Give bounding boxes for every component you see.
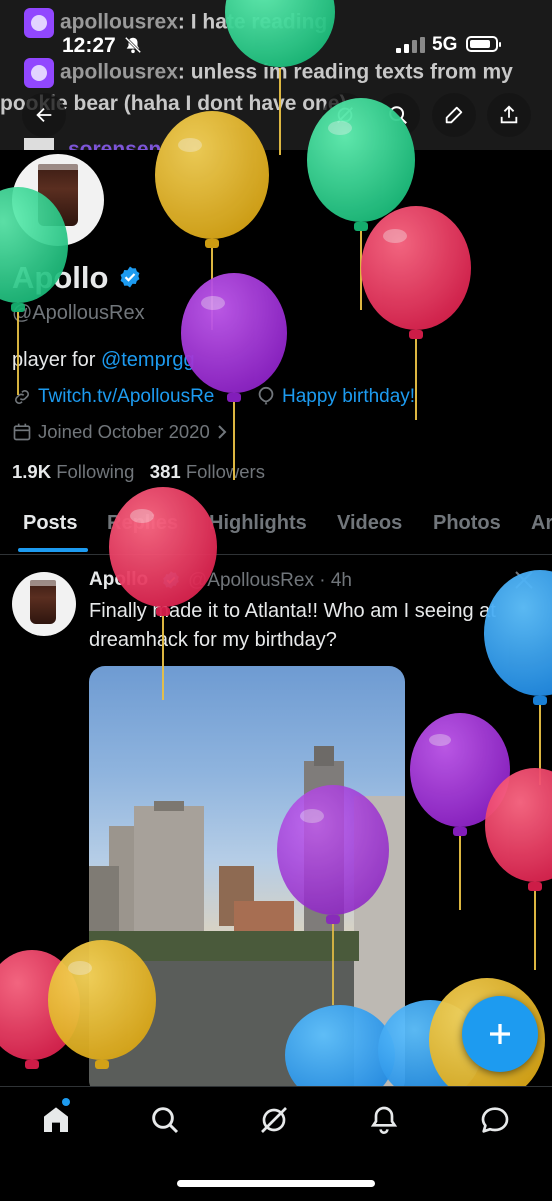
grok-icon[interactable] (512, 568, 536, 592)
followers-label: Followers (185, 461, 265, 482)
followers-link[interactable]: 381 Followers (150, 461, 265, 482)
website-link[interactable]: Twitch.tv/ApollousRe (12, 386, 214, 408)
search-button[interactable] (376, 93, 420, 137)
back-arrow-icon (36, 107, 52, 123)
chat-line-partial: sorensen (24, 138, 161, 150)
active-tab-indicator (18, 548, 88, 552)
joined-text: Joined October 2020 (38, 421, 210, 442)
post-author-handle: @ApollousRex · 4h (188, 570, 352, 591)
chat-user: apollousrex (60, 10, 178, 34)
search-icon[interactable] (149, 1104, 181, 1136)
following-label: Following (56, 461, 135, 482)
twitch-badge-icon (24, 58, 54, 88)
followers-count: 381 (149, 461, 181, 482)
tab-posts[interactable]: Posts (23, 512, 77, 535)
compose-post-button[interactable] (462, 996, 538, 1072)
link-icon (15, 390, 29, 404)
home-indicator[interactable] (177, 1180, 375, 1187)
tab-articles[interactable]: Ar (531, 512, 552, 535)
profile-avatar[interactable] (8, 150, 108, 250)
balloon (485, 768, 552, 970)
bell-icon[interactable] (368, 1104, 400, 1136)
chat-user: apollousrex (60, 60, 178, 84)
grok-icon[interactable] (258, 1104, 290, 1136)
post-author-name[interactable]: Apollo (89, 569, 148, 591)
birthday: Happy birthday! (256, 386, 415, 408)
back-button[interactable] (22, 93, 66, 137)
status-time: 12:27 (62, 34, 116, 57)
search-icon (389, 106, 407, 124)
verified-badge-icon[interactable] (118, 265, 142, 289)
edit-button[interactable] (432, 93, 476, 137)
tab-videos[interactable]: Videos (337, 512, 402, 535)
twitch-badge-icon (24, 8, 54, 38)
verified-badge-icon (163, 571, 179, 589)
tab-photos[interactable]: Photos (433, 512, 501, 535)
birthday-text: Happy birthday! (282, 386, 416, 407)
post-text: Finally made it to Atlanta!! Who am I se… (89, 600, 496, 651)
following-link[interactable]: 1.9K Following (12, 461, 134, 482)
share-button[interactable] (487, 93, 531, 137)
tab-highlights[interactable]: Highlights (209, 512, 307, 535)
website-text[interactable]: Twitch.tv/ApollousRe (38, 386, 214, 408)
bio-mention-link[interactable]: @temprgg (101, 349, 195, 371)
follow-stats: 1.9K Following 381 Followers (12, 461, 265, 483)
balloon-icon (258, 386, 274, 405)
grok-button[interactable] (323, 93, 367, 137)
home-icon[interactable] (40, 1104, 72, 1136)
balloon (181, 273, 287, 480)
calendar-icon (13, 423, 31, 441)
tab-replies[interactable]: Replies (107, 512, 178, 535)
chat-user: sorensen (68, 138, 162, 150)
post-avatar[interactable] (12, 572, 76, 636)
plus-icon (490, 1024, 510, 1044)
silent-mode-icon (124, 36, 142, 54)
chat-text: : I hate reading (177, 10, 328, 34)
bio-text: player for (12, 349, 101, 371)
unread-indicator (62, 1098, 70, 1106)
profile-name: Apollo (12, 260, 109, 295)
share-icon (500, 105, 518, 124)
signal-icon (396, 37, 425, 53)
profile-bio: player for @temprgg (12, 349, 195, 372)
balloon (410, 713, 510, 910)
chat-text: : unless im reading texts from my (177, 60, 513, 84)
pencil-icon (445, 106, 463, 124)
following-count: 1.9K (12, 461, 52, 482)
network-type: 5G (432, 34, 458, 55)
chevron-right-icon[interactable] (216, 424, 228, 440)
battery-icon (466, 36, 501, 52)
profile-handle: @ApollousRex (12, 302, 145, 324)
chat-line: apollousrex: unless im reading texts fro… (24, 58, 513, 88)
messages-icon[interactable] (479, 1104, 511, 1136)
post-image[interactable] (89, 666, 405, 1096)
balloon (0, 950, 80, 1069)
profile-tabs: Posts Replies Highlights Videos Photos A… (0, 500, 552, 555)
joined-date: Joined October 2020 (12, 421, 228, 443)
grok-icon (337, 107, 353, 123)
